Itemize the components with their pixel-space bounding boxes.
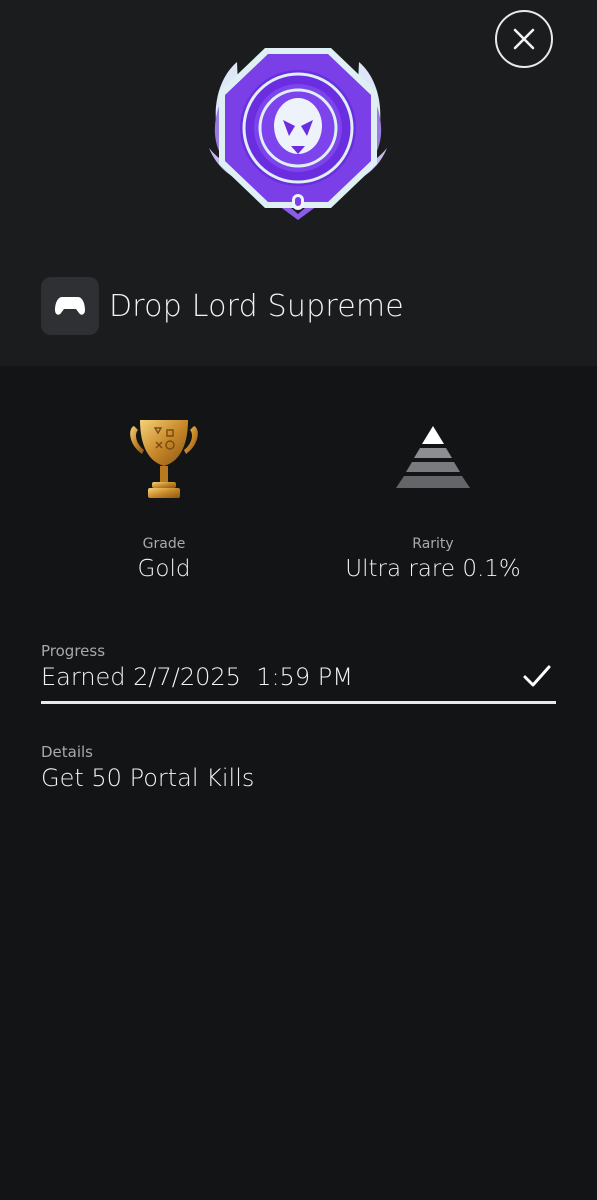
gamepad-icon [55,297,85,315]
progress-label: Progress [41,642,106,660]
checkmark-icon [523,665,551,687]
platform-tile [41,277,99,335]
trophy-title-row: Drop Lord Supreme [41,277,404,335]
close-icon [513,28,535,50]
grade-value: Gold [137,556,191,582]
grade-label: Grade [142,536,186,552]
trophy-detail-screen: Drop Lord Supreme Grade Gold Rarity Ultr… [0,0,597,1200]
progress-bar [41,701,556,704]
trophy-badge-image [209,48,387,220]
rarity-label: Rarity [412,536,454,552]
rarity-pyramid-icon [396,426,470,488]
progress-value: Earned 2/7/2025 1:59 PM [41,663,353,691]
gold-trophy-icon [130,420,198,498]
rarity-section: Rarity Ultra rare 0.1% [303,410,563,582]
close-button[interactable] [495,10,553,68]
details-value: Get 50 Portal Kills [41,764,255,792]
grade-section: Grade Gold [34,410,294,582]
trophy-header: Drop Lord Supreme [0,0,597,366]
details-label: Details [41,743,94,761]
rarity-value: Ultra rare 0.1% [345,556,521,582]
trophy-name: Drop Lord Supreme [109,288,404,324]
